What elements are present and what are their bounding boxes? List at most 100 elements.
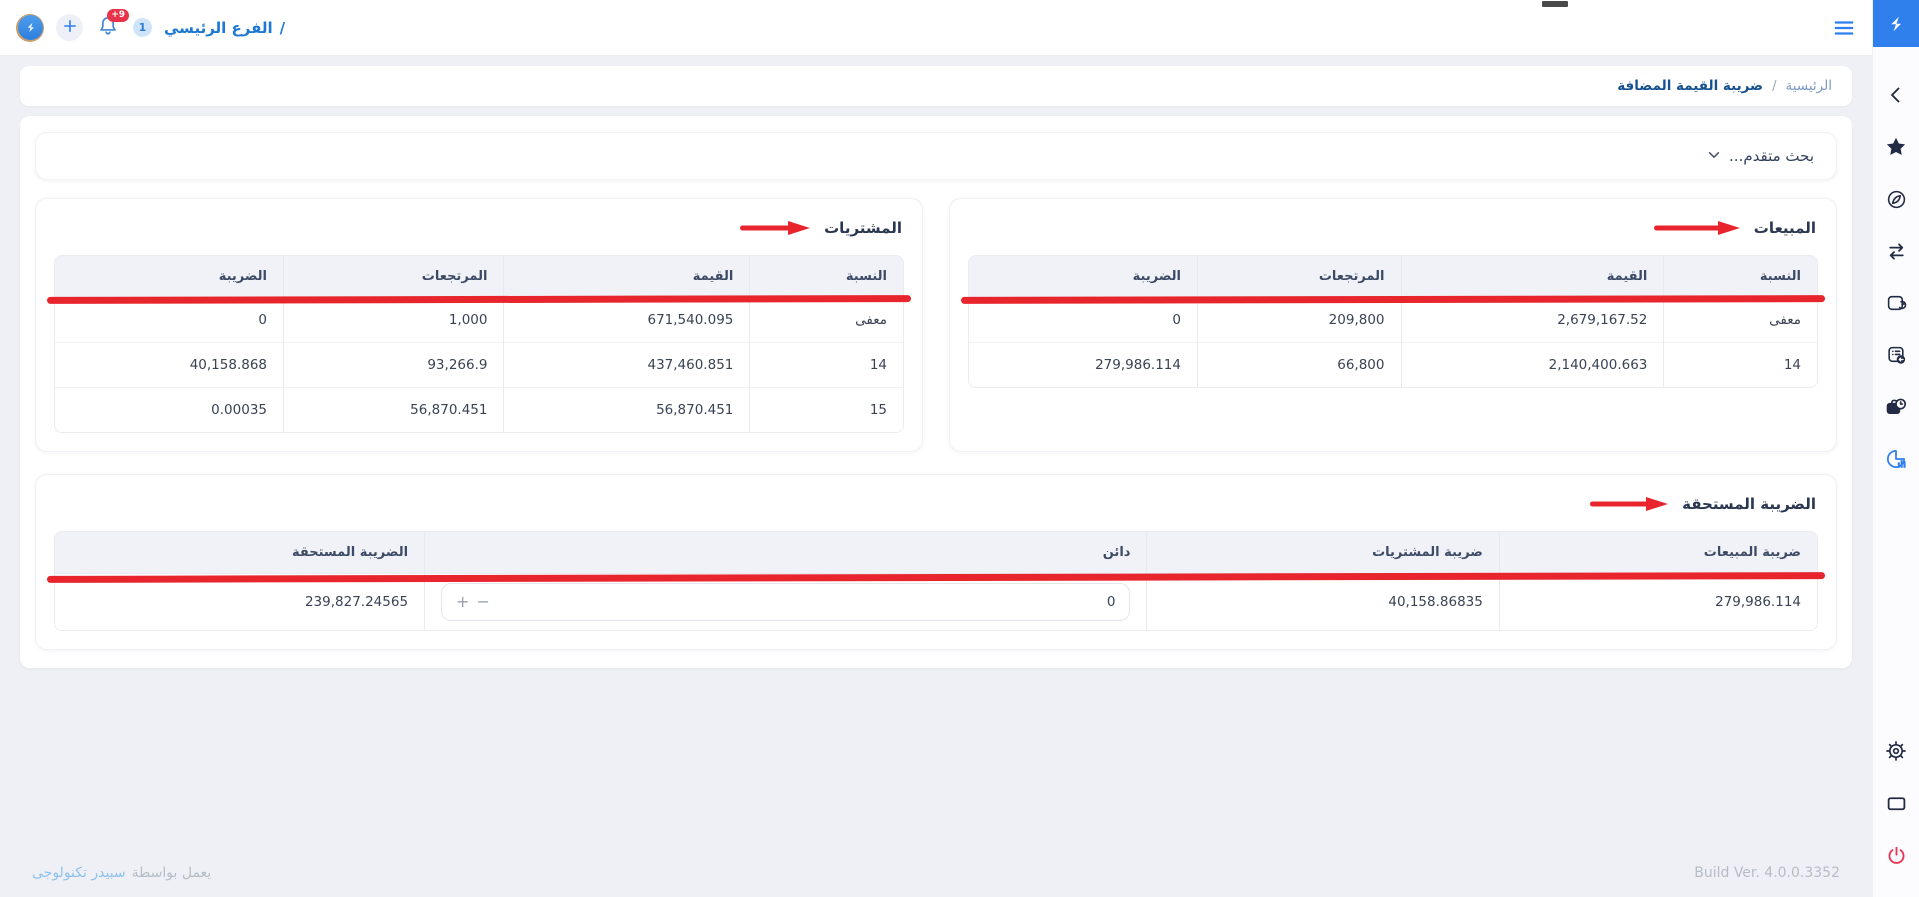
purchases-table: النسبة القيمة المرتجعات الضريبة — [55, 256, 903, 432]
sidebar-nav — [1884, 47, 1908, 471]
cell-rate: 14 — [750, 343, 903, 388]
header-cell[interactable]: المرتجعات — [1198, 256, 1402, 298]
purchases-header-row: النسبة القيمة المرتجعات الضريبة — [55, 256, 903, 298]
cell-value: 671,540.095 — [504, 298, 750, 343]
advanced-search-toggle[interactable]: بحث متقدم... — [35, 132, 1837, 180]
cell-tax-due: 239,827.24565 — [55, 574, 425, 630]
cell-value: 2,679,167.52 — [1402, 298, 1665, 343]
tax-due-title-row: الضريبة المستحقة — [56, 495, 1816, 513]
purchases-card: المشتريات النسبة — [35, 198, 923, 452]
collapse-chevron-icon[interactable] — [1884, 83, 1908, 107]
reports-pie-chart-icon[interactable] — [1884, 447, 1908, 471]
tax-due-title: الضريبة المستحقة — [1682, 495, 1816, 513]
purchases-title-row: المشتريات — [56, 219, 902, 237]
power-icon[interactable] — [1884, 843, 1908, 867]
table-row: 15 56,870.451 56,870.451 0.00035 — [55, 388, 903, 432]
app-root: +9 1 الفرع الرئيسي / الرئيسية / ضريبة ال… — [0, 0, 1919, 897]
header-cell[interactable]: ضريبة المبيعات — [1500, 532, 1817, 574]
compass-icon[interactable] — [1884, 187, 1908, 211]
powered-prefix: يعمل بواسطة — [132, 865, 212, 881]
sales-table: النسبة القيمة المرتجعات الضريبة — [969, 256, 1817, 387]
creditor-value: 0 — [1107, 594, 1116, 610]
branch-count-badge: 1 — [133, 18, 152, 37]
powered-brand-link[interactable]: سبيدر تكنولوجى — [32, 865, 126, 881]
sidebar-bottom — [1884, 739, 1908, 897]
header-cell[interactable]: النسبة — [750, 256, 903, 298]
table-row: 14 2,140,400.663 66,800 279,986.114 — [969, 343, 1817, 387]
header-cell[interactable]: القيمة — [1402, 256, 1665, 298]
header-cell[interactable]: النسبة — [1664, 256, 1817, 298]
tables-row: المبيعات النسبة — [35, 198, 1837, 452]
advanced-search-label: بحث متقدم... — [1729, 147, 1814, 165]
content-area: الرئيسية / ضريبة القيمة المضافة بحث متقد… — [0, 56, 1872, 897]
header-cell[interactable]: الضريبة المستحقة — [55, 532, 425, 574]
header-cell[interactable]: المرتجعات — [284, 256, 504, 298]
purchases-title: المشتريات — [824, 219, 902, 237]
transactions-arrows-icon[interactable] — [1884, 239, 1908, 263]
settings-gear-icon[interactable] — [1884, 739, 1908, 763]
sales-header-row: النسبة القيمة المرتجعات الضريبة — [969, 256, 1817, 298]
screen-icon[interactable] — [1884, 791, 1908, 815]
cell-value: 437,460.851 — [504, 343, 750, 388]
cell-creditor: + − 0 — [425, 574, 1147, 630]
invoice-return-icon[interactable] — [1884, 343, 1908, 367]
tax-due-card: الضريبة المستحقة ضريبة المبيعات ض — [35, 474, 1837, 650]
cell-tax: 40,158.868 — [55, 343, 284, 388]
cell-rate: معفى — [750, 298, 903, 343]
cell-tax: 0 — [969, 298, 1198, 343]
icon-sidebar — [1872, 0, 1919, 897]
header-cell[interactable]: الضريبة — [969, 256, 1198, 298]
main-column: +9 1 الفرع الرئيسي / الرئيسية / ضريبة ال… — [0, 0, 1872, 897]
chevron-down-icon — [1707, 147, 1721, 166]
cell-sales-tax: 279,986.114 — [1500, 574, 1817, 630]
footer: يعمل بواسطة سبيدر تكنولوجى Build Ver. 4.… — [20, 865, 1852, 887]
table-row: معفى 2,679,167.52 209,800 0 — [969, 298, 1817, 343]
cell-tax: 0 — [55, 298, 284, 343]
company-logo-icon — [18, 15, 43, 40]
notification-count-badge: +9 — [107, 9, 129, 22]
cell-returns: 56,870.451 — [284, 388, 504, 432]
breadcrumb-home-link[interactable]: الرئيسية — [1786, 78, 1833, 94]
app-logo-square[interactable] — [1873, 0, 1919, 47]
table-row: 14 437,460.851 93,266.9 40,158.868 — [55, 343, 903, 388]
creditor-input[interactable]: + − 0 — [441, 583, 1130, 621]
sales-table-wrap: النسبة القيمة المرتجعات الضريبة — [968, 255, 1818, 388]
breadcrumb: الرئيسية / ضريبة القيمة المضافة — [20, 66, 1852, 106]
cell-returns: 1,000 — [284, 298, 504, 343]
wallet-card-icon[interactable] — [1884, 291, 1908, 315]
increment-button[interactable]: + — [456, 594, 469, 610]
build-version: Build Ver. 4.0.0.3352 — [1694, 865, 1840, 881]
cell-returns: 93,266.9 — [284, 343, 504, 388]
header-cell[interactable]: الضريبة — [55, 256, 284, 298]
annotation-arrow-sales — [1652, 220, 1740, 236]
header-cell[interactable]: القيمة — [504, 256, 750, 298]
company-logo[interactable] — [16, 14, 44, 42]
tax-due-table-wrap: ضريبة المبيعات ضريبة المشتريات دائن الضر… — [54, 531, 1818, 631]
purchases-table-wrap: النسبة القيمة المرتجعات الضريبة — [54, 255, 904, 433]
add-button[interactable] — [56, 14, 83, 41]
cell-rate: معفى — [1664, 298, 1817, 343]
annotation-arrow-tax-due — [1588, 496, 1668, 512]
header-cell[interactable]: ضريبة المشتريات — [1147, 532, 1499, 574]
favorites-star-icon[interactable] — [1884, 135, 1908, 159]
menu-toggle-button[interactable] — [1832, 16, 1856, 40]
decrement-button[interactable]: − — [476, 594, 489, 610]
branch-separator: / — [280, 19, 285, 37]
cell-tax: 279,986.114 — [969, 343, 1198, 387]
cell-value: 2,140,400.663 — [1402, 343, 1665, 387]
header-cell[interactable]: دائن — [425, 532, 1147, 574]
cell-rate: 14 — [1664, 343, 1817, 387]
cell-returns: 209,800 — [1198, 298, 1402, 343]
cell-purchases-tax: 40,158.86835 — [1147, 574, 1499, 630]
breadcrumb-separator: / — [1772, 79, 1776, 94]
annotation-arrow-purchases — [738, 220, 810, 236]
branch-breadcrumb[interactable]: الفرع الرئيسي / — [164, 19, 285, 37]
tax-due-table: ضريبة المبيعات ضريبة المشتريات دائن الضر… — [55, 532, 1817, 630]
cell-value: 56,870.451 — [504, 388, 750, 432]
notifications-button[interactable]: +9 — [95, 15, 121, 41]
vat-panel: بحث متقدم... المبيعات — [20, 116, 1852, 668]
top-navbar: +9 1 الفرع الرئيسي / — [0, 0, 1872, 56]
work-history-briefcase-clock-icon[interactable] — [1884, 395, 1908, 419]
page-title: ضريبة القيمة المضافة — [1617, 78, 1763, 94]
sales-title: المبيعات — [1754, 219, 1816, 237]
